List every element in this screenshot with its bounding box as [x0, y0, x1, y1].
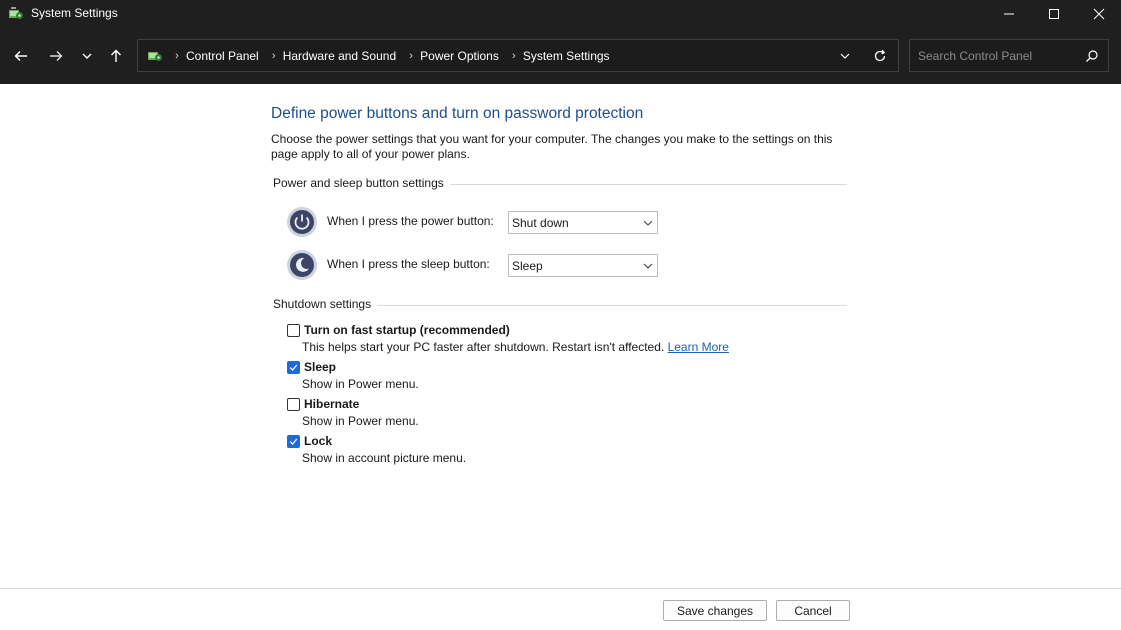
chevron-down-icon — [643, 263, 653, 269]
sleep-label[interactable]: Sleep — [304, 360, 336, 374]
breadcrumb-system-settings[interactable]: System Settings — [523, 49, 610, 63]
window-title: System Settings — [31, 6, 118, 20]
sleep-button-action-value: Sleep — [512, 259, 543, 273]
maximize-icon — [1049, 9, 1059, 19]
search-icon[interactable] — [1085, 49, 1099, 63]
hibernate-label[interactable]: Hibernate — [304, 397, 359, 411]
fast-startup-option[interactable]: Turn on fast startup (recommended) — [287, 323, 510, 337]
fast-startup-label[interactable]: Turn on fast startup (recommended) — [304, 323, 510, 337]
fast-startup-description: This helps start your PC faster after sh… — [302, 340, 729, 354]
breadcrumb: › Control Panel › Hardware and Sound › P… — [168, 49, 616, 63]
address-history-chevron-icon[interactable] — [838, 50, 852, 62]
sleep-option[interactable]: Sleep — [287, 360, 336, 374]
breadcrumb-hardware-and-sound[interactable]: Hardware and Sound — [283, 49, 396, 63]
page-description: Choose the power settings that you want … — [271, 132, 833, 161]
hibernate-checkbox[interactable] — [287, 397, 300, 411]
title-bar: System Settings — [0, 0, 1121, 28]
section-title: Power and sleep button settings — [273, 176, 450, 190]
checkmark-icon — [289, 438, 298, 445]
power-section-header: Power and sleep button settings — [273, 176, 847, 192]
sleep-button-icon — [287, 250, 317, 280]
section-title: Shutdown settings — [273, 297, 378, 311]
search-input[interactable] — [918, 48, 1078, 64]
maximize-button[interactable] — [1031, 0, 1077, 28]
recent-locations-button[interactable] — [75, 44, 99, 68]
back-button[interactable] — [9, 44, 33, 68]
lock-label[interactable]: Lock — [304, 434, 332, 448]
save-changes-button[interactable]: Save changes — [663, 600, 767, 621]
lock-description: Show in account picture menu. — [302, 451, 467, 465]
hibernate-description: Show in Power menu. — [302, 414, 419, 428]
back-arrow-icon — [14, 51, 27, 61]
sleep-checkbox[interactable] — [287, 360, 300, 374]
forward-button[interactable] — [44, 44, 68, 68]
minimize-button[interactable] — [986, 0, 1032, 28]
address-bar[interactable]: › Control Panel › Hardware and Sound › P… — [137, 39, 899, 72]
refresh-icon[interactable] — [873, 49, 887, 63]
power-button-icon — [287, 207, 317, 237]
control-panel-icon — [9, 7, 23, 19]
page-title: Define power buttons and turn on passwor… — [271, 105, 644, 122]
cancel-button[interactable]: Cancel — [776, 600, 850, 621]
chevron-right-icon[interactable]: › — [404, 50, 418, 62]
learn-more-link[interactable]: Learn More — [668, 340, 729, 354]
main-content: Define power buttons and turn on passwor… — [0, 84, 1121, 588]
fast-startup-checkbox[interactable] — [287, 323, 300, 337]
chevron-down-icon — [643, 220, 653, 226]
forward-arrow-icon — [50, 51, 63, 61]
minimize-icon — [1004, 13, 1014, 15]
sleep-button-action-select[interactable]: Sleep — [508, 254, 658, 277]
close-button[interactable] — [1076, 0, 1121, 28]
shutdown-section-header: Shutdown settings — [273, 297, 847, 313]
chevron-right-icon: › — [175, 50, 179, 62]
search-box[interactable] — [909, 39, 1109, 72]
breadcrumb-control-panel[interactable]: Control Panel — [186, 49, 259, 63]
chevron-right-icon[interactable]: › — [507, 50, 521, 62]
power-button-label: When I press the power button: — [327, 214, 494, 228]
chevron-right-icon[interactable]: › — [267, 50, 281, 62]
power-button-action-value: Shut down — [512, 216, 569, 230]
close-icon — [1093, 8, 1105, 20]
navigation-bar: › Control Panel › Hardware and Sound › P… — [0, 28, 1121, 84]
power-button-action-select[interactable]: Shut down — [508, 211, 658, 234]
control-panel-icon — [148, 52, 162, 61]
lock-checkbox[interactable] — [287, 434, 300, 448]
footer-bar: Save changes Cancel — [0, 588, 1121, 630]
sleep-button-label: When I press the sleep button: — [327, 257, 490, 271]
up-button[interactable] — [104, 44, 128, 68]
recent-locations-chevron-icon — [82, 53, 92, 59]
checkmark-icon — [289, 364, 298, 371]
lock-option[interactable]: Lock — [287, 434, 332, 448]
up-arrow-icon — [111, 49, 121, 62]
hibernate-option[interactable]: Hibernate — [287, 397, 359, 411]
fast-startup-help-text: This helps start your PC faster after sh… — [302, 340, 665, 354]
sleep-description: Show in Power menu. — [302, 377, 419, 391]
breadcrumb-power-options[interactable]: Power Options — [420, 49, 499, 63]
